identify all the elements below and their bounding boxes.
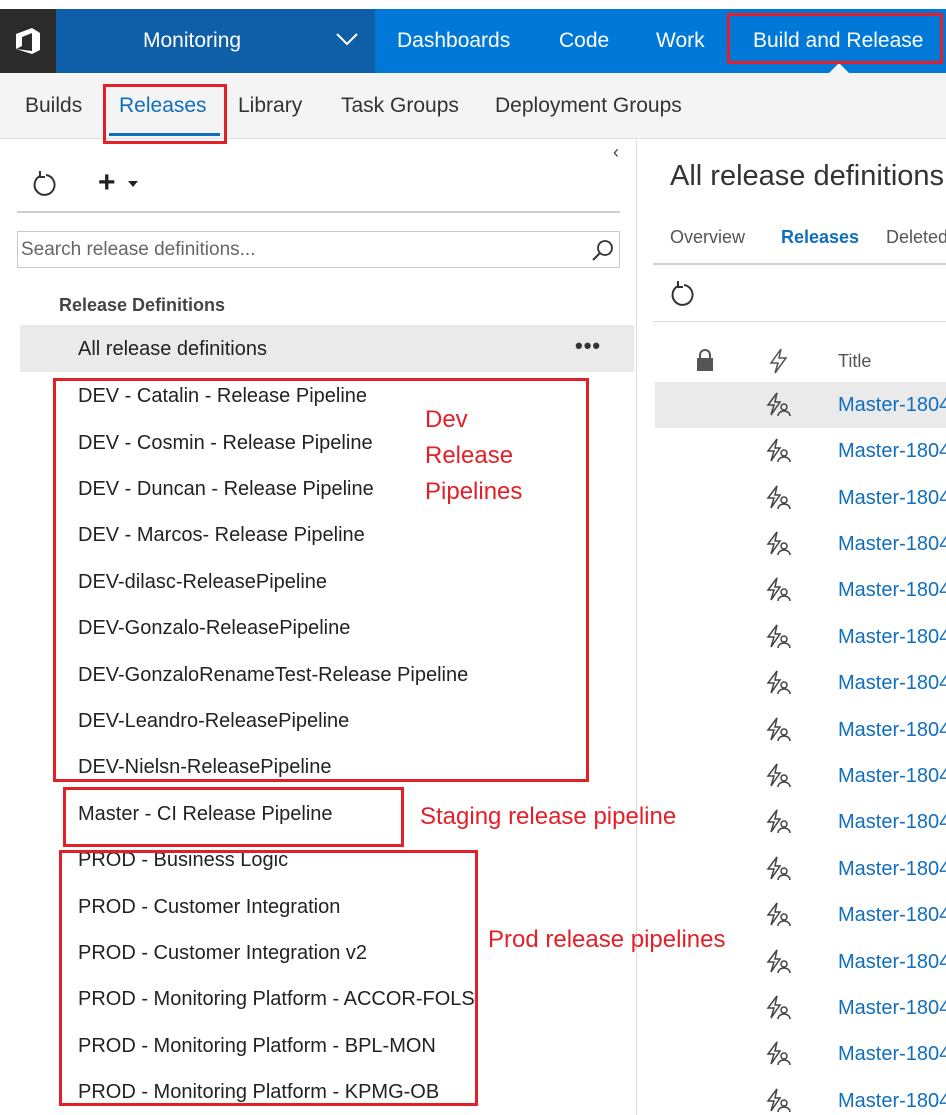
table-row[interactable]: Master-1804 — [655, 382, 946, 428]
table-row[interactable]: Master-1804 — [655, 707, 946, 753]
active-nav-caret — [829, 63, 849, 73]
tab-releases-list[interactable]: Releases — [781, 227, 859, 248]
release-link[interactable]: Master-1804 — [838, 672, 946, 695]
manual-trigger-icon — [766, 670, 791, 695]
table-row[interactable]: Master-1804 — [655, 1078, 946, 1115]
release-link[interactable]: Master-1804 — [838, 1043, 946, 1066]
annotation-box-staging — [63, 787, 404, 847]
vsts-logo-icon — [16, 28, 40, 54]
manual-trigger-icon — [766, 485, 791, 510]
table-row[interactable]: Master-1804 — [655, 1031, 946, 1077]
tab-builds[interactable]: Builds — [25, 94, 82, 118]
manual-trigger-icon — [766, 1041, 791, 1066]
toolbar-divider — [653, 321, 946, 322]
tabs-divider — [653, 263, 946, 265]
table-row[interactable]: Master-1804 — [655, 475, 946, 521]
manual-trigger-icon — [766, 717, 791, 742]
tab-deleted[interactable]: Deleted — [886, 227, 946, 248]
table-row[interactable]: Master-1804 — [655, 521, 946, 567]
table-row[interactable]: Master-1804 — [655, 753, 946, 799]
annotation-box-releases-tab — [103, 84, 227, 144]
column-title-header[interactable]: Title — [838, 351, 871, 372]
annotation-staging: Staging release pipeline — [420, 803, 677, 830]
manual-trigger-icon — [766, 577, 791, 602]
nav-dashboards[interactable]: Dashboards — [397, 9, 510, 73]
release-link[interactable]: Master-1804 — [838, 904, 946, 927]
release-link[interactable]: Master-1804 — [838, 579, 946, 602]
table-row[interactable]: Master-1804 — [655, 799, 946, 845]
manual-trigger-icon — [766, 995, 791, 1020]
project-name: Monitoring — [143, 29, 242, 52]
release-link[interactable]: Master-1804 — [838, 997, 946, 1020]
release-link[interactable]: Master-1804 — [838, 487, 946, 510]
release-link[interactable]: Master-1804 — [838, 394, 946, 417]
tab-deployment-groups[interactable]: Deployment Groups — [495, 94, 682, 118]
manual-trigger-icon — [766, 438, 791, 463]
release-link[interactable]: Master-1804 — [838, 440, 946, 463]
releases-list: Master-1804 Master-1804 Master-1804 Mast… — [637, 380, 946, 1115]
manual-trigger-icon — [766, 1088, 791, 1113]
annotation-box-build-release — [727, 13, 943, 64]
page-title: All release definitions — [670, 160, 945, 192]
release-link[interactable]: Master-1804 — [838, 951, 946, 974]
table-row[interactable]: Master-1804 — [655, 567, 946, 613]
collapse-pane-icon[interactable]: ‹ — [613, 142, 619, 163]
manual-trigger-icon — [766, 856, 791, 881]
nav-code[interactable]: Code — [559, 9, 609, 73]
release-link[interactable]: Master-1804 — [838, 811, 946, 834]
release-link[interactable]: Master-1804 — [838, 719, 946, 742]
annotation-dev-line1: Dev — [425, 406, 468, 433]
tab-overview[interactable]: Overview — [670, 227, 745, 248]
manual-trigger-icon — [766, 902, 791, 927]
table-row[interactable]: Master-1804 — [655, 985, 946, 1031]
annotation-prod: Prod release pipelines — [488, 926, 726, 953]
release-link[interactable]: Master-1804 — [838, 533, 946, 556]
manual-trigger-icon — [766, 392, 791, 417]
table-row[interactable]: Master-1804 — [655, 614, 946, 660]
annotation-box-prod — [59, 850, 478, 1106]
tab-library[interactable]: Library — [238, 94, 302, 118]
vsts-logo[interactable] — [0, 9, 56, 73]
lock-icon — [697, 349, 713, 371]
manual-trigger-icon — [766, 809, 791, 834]
annotation-dev-line3: Pipelines — [425, 478, 523, 505]
manual-trigger-icon — [766, 763, 791, 788]
table-row[interactable]: Master-1804 — [655, 428, 946, 474]
release-link[interactable]: Master-1804 — [838, 1090, 946, 1113]
manual-trigger-icon — [766, 949, 791, 974]
release-link[interactable]: Master-1804 — [838, 765, 946, 788]
release-link[interactable]: Master-1804 — [838, 626, 946, 649]
annotation-dev-line2: Release — [425, 442, 514, 469]
top-strip — [0, 0, 946, 9]
chevron-down-icon — [336, 33, 358, 46]
manual-trigger-icon — [766, 531, 791, 556]
manual-trigger-icon — [766, 624, 791, 649]
table-row[interactable]: Master-1804 — [655, 846, 946, 892]
tab-task-groups[interactable]: Task Groups — [341, 94, 459, 118]
nav-work[interactable]: Work — [656, 9, 705, 73]
table-row[interactable]: Master-1804 — [655, 660, 946, 706]
release-link[interactable]: Master-1804 — [838, 858, 946, 881]
refresh-icon[interactable] — [670, 280, 696, 308]
lightning-icon — [769, 348, 788, 374]
project-selector[interactable]: Monitoring — [56, 9, 375, 73]
more-actions-icon[interactable]: ••• — [575, 333, 601, 359]
search-icon[interactable] — [591, 238, 615, 262]
